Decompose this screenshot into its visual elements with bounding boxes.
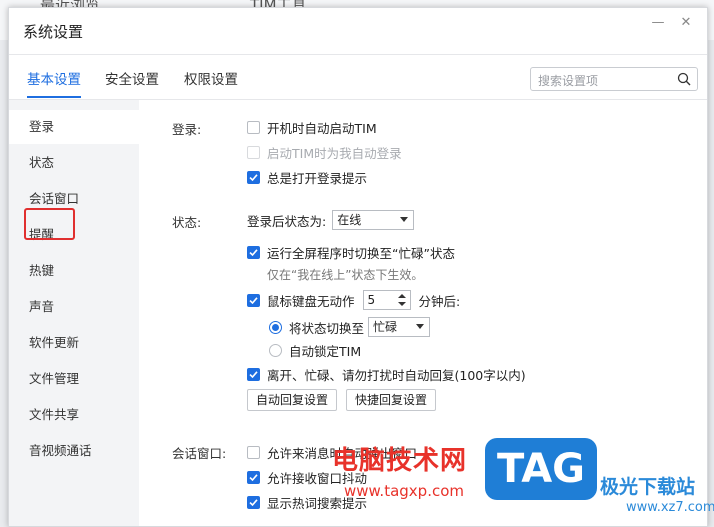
- after-login-status-label: 登录后状态为:: [247, 213, 327, 229]
- auto-reply-option[interactable]: 离开、忙碌、请勿打扰时自动回复(100字以内): [247, 365, 526, 384]
- show-login-prompt-option[interactable]: 总是打开登录提示: [247, 168, 367, 187]
- auto-start-checkbox[interactable]: [247, 121, 260, 134]
- sidebar-item-sound[interactable]: 声音: [9, 290, 139, 324]
- auto-reply-label: 离开、忙碌、请勿打扰时自动回复(100字以内): [267, 368, 526, 383]
- auto-lock-radio[interactable]: [269, 344, 282, 357]
- watermark-site-name: 极光下载站: [600, 476, 696, 498]
- idle-label: 鼠标键盘无动作: [267, 293, 355, 309]
- chevron-down-icon: [400, 217, 409, 222]
- fullscreen-busy-checkbox[interactable]: [247, 246, 260, 259]
- show-login-prompt-checkbox[interactable]: [247, 171, 260, 184]
- allow-popup-checkbox[interactable]: [247, 446, 260, 459]
- tab-bar: 基本设置 安全设置 权限设置 搜索设置项: [9, 54, 707, 100]
- chevron-down-icon[interactable]: [397, 302, 406, 306]
- tab-basic-settings[interactable]: 基本设置: [27, 68, 81, 98]
- auto-start-option[interactable]: 开机时自动启动TIM: [247, 118, 377, 137]
- search-input[interactable]: 搜索设置项: [530, 67, 698, 91]
- watermark-site-url: www.xz7.com: [626, 500, 714, 515]
- sidebar-item-file-sharing[interactable]: 文件共享: [9, 398, 139, 432]
- idle-option[interactable]: 鼠标键盘无动作 5 分钟后:: [247, 290, 460, 310]
- switch-status-radio[interactable]: [269, 320, 282, 334]
- sidebar-item-file-management[interactable]: 文件管理: [9, 362, 139, 396]
- fullscreen-busy-option[interactable]: 运行全屏程序时切换至“忙碌”状态: [247, 243, 455, 262]
- search-icon[interactable]: [677, 72, 691, 86]
- session-section-label: 会话窗口:: [172, 446, 227, 461]
- auto-lock-option[interactable]: 自动锁定TIM: [269, 341, 361, 360]
- fullscreen-busy-label: 运行全屏程序时切换至“忙碌”状态: [267, 246, 455, 261]
- switch-status-value: 忙碌: [373, 320, 398, 334]
- allow-shake-checkbox[interactable]: [247, 471, 260, 484]
- sidebar-item-av-call[interactable]: 音视频通话: [9, 434, 139, 468]
- auto-lock-label: 自动锁定TIM: [289, 344, 362, 359]
- auto-login-option: 启动TIM时为我自动登录: [247, 143, 402, 162]
- auto-login-checkbox: [247, 146, 260, 159]
- after-login-status-value: 在线: [337, 213, 362, 227]
- chevron-down-icon: [416, 324, 425, 329]
- dialog-title: 系统设置: [23, 23, 84, 41]
- auto-start-label: 开机时自动启动TIM: [267, 121, 377, 136]
- login-section-label: 登录:: [172, 122, 202, 137]
- watermark-cn-text: 电脑技术网: [332, 446, 468, 476]
- search-placeholder: 搜索设置项: [538, 74, 599, 88]
- auto-login-label: 启动TIM时为我自动登录: [267, 146, 402, 161]
- idle-minutes-stepper[interactable]: 5: [362, 290, 411, 310]
- settings-sidebar: 登录 状态 会话窗口 提醒 热键 声音 软件更新 文件管理 文件共享 音视频通话: [9, 100, 139, 526]
- switch-status-option[interactable]: 将状态切换至 忙碌: [269, 317, 431, 337]
- fullscreen-busy-hint: 仅在“我在线上”状态下生效。: [267, 268, 424, 282]
- status-section-label: 状态:: [172, 215, 202, 230]
- sidebar-item-status[interactable]: 状态: [9, 146, 139, 180]
- watermark-tag-logo: TAG: [485, 438, 597, 500]
- auto-reply-settings-button[interactable]: 自动回复设置: [247, 389, 337, 411]
- after-login-status-select[interactable]: 在线: [332, 210, 415, 230]
- idle-checkbox[interactable]: [247, 293, 260, 307]
- watermark-url: www.tagxp.com: [344, 482, 464, 500]
- tab-permission-settings[interactable]: 权限设置: [184, 68, 238, 88]
- auto-reply-checkbox[interactable]: [247, 368, 260, 381]
- close-button[interactable]: ✕: [677, 14, 695, 32]
- chevron-up-icon[interactable]: [397, 294, 406, 298]
- tab-security-settings[interactable]: 安全设置: [105, 68, 159, 88]
- switch-status-label: 将状态切换至: [289, 320, 365, 336]
- quick-reply-settings-button[interactable]: 快捷回复设置: [346, 389, 436, 411]
- idle-minutes-value: 5: [367, 293, 376, 307]
- idle-suffix: 分钟后:: [418, 293, 461, 309]
- show-login-prompt-label: 总是打开登录提示: [267, 171, 368, 186]
- after-login-status-row: 登录后状态为: 在线: [247, 210, 415, 230]
- minimize-button[interactable]: —: [649, 14, 667, 32]
- sidebar-item-software-update[interactable]: 软件更新: [9, 326, 139, 360]
- switch-status-select[interactable]: 忙碌: [368, 317, 431, 337]
- show-hotword-checkbox[interactable]: [247, 496, 260, 509]
- sidebar-item-hotkey[interactable]: 热键: [9, 254, 139, 288]
- sidebar-item-login[interactable]: 登录: [9, 110, 139, 144]
- reminder-highlight-box: [24, 208, 75, 240]
